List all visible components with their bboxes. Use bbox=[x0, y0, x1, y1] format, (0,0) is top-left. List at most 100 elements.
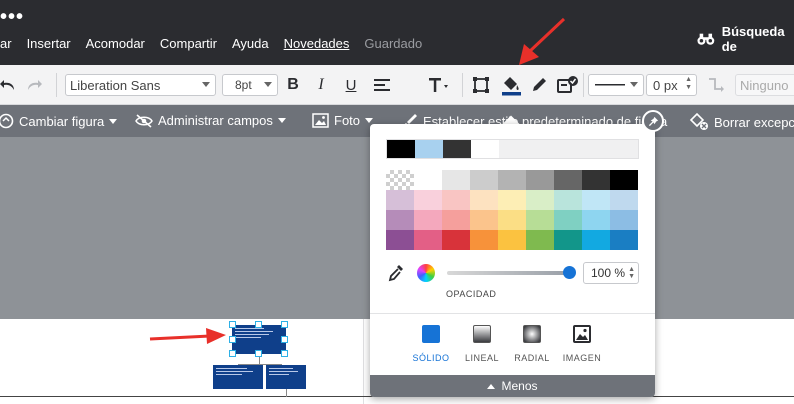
color-swatch[interactable] bbox=[498, 210, 526, 230]
color-swatch[interactable] bbox=[442, 210, 470, 230]
recent-color-swatch[interactable] bbox=[387, 140, 415, 158]
style-options-button[interactable] bbox=[556, 72, 580, 98]
color-swatch[interactable] bbox=[554, 170, 582, 190]
resize-handle[interactable] bbox=[229, 336, 236, 343]
annotation-arrow-icon bbox=[519, 17, 566, 65]
pin-popover-button[interactable] bbox=[642, 110, 664, 132]
menu-share[interactable]: Compartir bbox=[160, 36, 217, 51]
color-swatch[interactable] bbox=[610, 230, 638, 250]
fill-type-linear[interactable]: LINEAL bbox=[457, 325, 507, 363]
color-swatch[interactable] bbox=[386, 230, 414, 250]
photo-button[interactable]: Foto bbox=[312, 113, 374, 128]
color-swatch[interactable] bbox=[526, 170, 554, 190]
resize-handle[interactable] bbox=[255, 350, 262, 357]
menu-whats-new[interactable]: Novedades bbox=[284, 36, 350, 51]
fill-type-image[interactable]: IMAGEN bbox=[557, 325, 607, 363]
menu-arrange[interactable]: Acomodar bbox=[86, 36, 145, 51]
opacity-slider-handle[interactable] bbox=[563, 266, 576, 279]
color-swatch[interactable] bbox=[470, 230, 498, 250]
color-swatch[interactable] bbox=[414, 170, 442, 190]
opacity-value: 100 % bbox=[591, 266, 626, 280]
color-swatch[interactable] bbox=[554, 210, 582, 230]
page-boundary bbox=[363, 319, 364, 404]
color-swatch[interactable] bbox=[582, 210, 610, 230]
resize-handle[interactable] bbox=[229, 350, 236, 357]
color-swatch[interactable] bbox=[498, 190, 526, 210]
color-swatch[interactable] bbox=[582, 190, 610, 210]
app-menu-dots[interactable]: ••• bbox=[0, 6, 24, 29]
color-swatch[interactable] bbox=[442, 230, 470, 250]
color-swatch[interactable] bbox=[610, 170, 638, 190]
color-swatch[interactable] bbox=[554, 190, 582, 210]
recent-color-swatch[interactable] bbox=[471, 140, 499, 158]
recent-color-swatch[interactable] bbox=[415, 140, 443, 158]
color-swatch[interactable] bbox=[610, 210, 638, 230]
opacity-input[interactable]: 100 % ▲ ▼ bbox=[583, 262, 639, 284]
color-swatch[interactable] bbox=[470, 170, 498, 190]
spinner-arrows-icon[interactable]: ▲ ▼ bbox=[685, 76, 692, 92]
text-options-button[interactable] bbox=[428, 72, 452, 98]
resize-handle[interactable] bbox=[281, 321, 288, 328]
color-swatch[interactable] bbox=[442, 170, 470, 190]
fill-type-solid[interactable]: SÓLIDO bbox=[406, 325, 456, 363]
fill-type-radial[interactable]: RADIAL bbox=[507, 325, 557, 363]
undo-button[interactable] bbox=[0, 72, 18, 98]
show-less-button[interactable]: Menos bbox=[370, 375, 655, 397]
image-icon bbox=[312, 113, 329, 128]
connector-button[interactable] bbox=[705, 72, 727, 98]
color-swatch[interactable] bbox=[414, 230, 442, 250]
opacity-slider[interactable] bbox=[447, 271, 567, 275]
line-style-select[interactable] bbox=[588, 74, 644, 96]
saved-status: Guardado bbox=[364, 36, 423, 51]
manage-fields-button[interactable]: Administrar campos bbox=[135, 113, 286, 128]
clear-exceptions-button[interactable]: Borrar excepc bbox=[689, 113, 794, 131]
font-size-select[interactable]: 8pt bbox=[222, 74, 278, 96]
menu-help[interactable]: Ayuda bbox=[232, 36, 269, 51]
color-wheel-icon[interactable] bbox=[417, 264, 435, 282]
resize-handle[interactable] bbox=[255, 321, 262, 328]
radial-gradient-icon bbox=[523, 325, 541, 343]
menu-insert[interactable]: Insertar bbox=[27, 36, 71, 51]
color-swatch[interactable] bbox=[582, 170, 610, 190]
resize-handle[interactable] bbox=[281, 350, 288, 357]
color-swatch[interactable] bbox=[554, 230, 582, 250]
menu-edit-partial[interactable]: ar bbox=[0, 36, 12, 51]
org-shape[interactable] bbox=[266, 365, 306, 389]
color-swatch[interactable] bbox=[386, 210, 414, 230]
color-swatch[interactable] bbox=[442, 190, 470, 210]
change-shape-button[interactable]: Cambiar figura bbox=[0, 113, 118, 129]
transparent-swatch[interactable] bbox=[386, 170, 414, 190]
underline-button[interactable]: U bbox=[342, 72, 360, 98]
search-button[interactable]: Búsqueda de bbox=[697, 24, 794, 54]
color-swatch[interactable] bbox=[470, 190, 498, 210]
color-swatch[interactable] bbox=[414, 190, 442, 210]
color-swatch[interactable] bbox=[498, 170, 526, 190]
color-swatch[interactable] bbox=[610, 190, 638, 210]
bold-button[interactable]: B bbox=[284, 72, 302, 98]
eyedropper-icon[interactable] bbox=[388, 264, 404, 282]
color-swatch[interactable] bbox=[498, 230, 526, 250]
redo-button[interactable] bbox=[24, 72, 44, 98]
org-shape[interactable] bbox=[213, 365, 263, 389]
line-width-input[interactable]: 0 px ▲ ▼ bbox=[646, 74, 697, 96]
redo-icon bbox=[28, 80, 42, 90]
color-swatch[interactable] bbox=[414, 210, 442, 230]
color-swatch[interactable] bbox=[470, 210, 498, 230]
resize-handle[interactable] bbox=[229, 321, 236, 328]
shape-outline-button[interactable] bbox=[470, 72, 492, 98]
resize-handle[interactable] bbox=[281, 336, 288, 343]
fill-color-button[interactable] bbox=[498, 72, 524, 98]
color-swatch[interactable] bbox=[386, 190, 414, 210]
color-swatch[interactable] bbox=[526, 190, 554, 210]
color-swatch[interactable] bbox=[526, 230, 554, 250]
line-color-button[interactable] bbox=[528, 72, 550, 98]
color-swatch[interactable] bbox=[582, 230, 610, 250]
recent-color-swatch[interactable] bbox=[443, 140, 471, 158]
italic-button[interactable]: I bbox=[314, 72, 328, 98]
text-align-button[interactable] bbox=[372, 72, 392, 98]
recent-colors bbox=[386, 139, 639, 159]
arrow-style-select[interactable]: Ninguno bbox=[735, 74, 794, 96]
spinner-arrows-icon[interactable]: ▲ ▼ bbox=[628, 266, 635, 280]
color-swatch[interactable] bbox=[526, 210, 554, 230]
font-family-select[interactable]: Liberation Sans bbox=[65, 74, 216, 96]
